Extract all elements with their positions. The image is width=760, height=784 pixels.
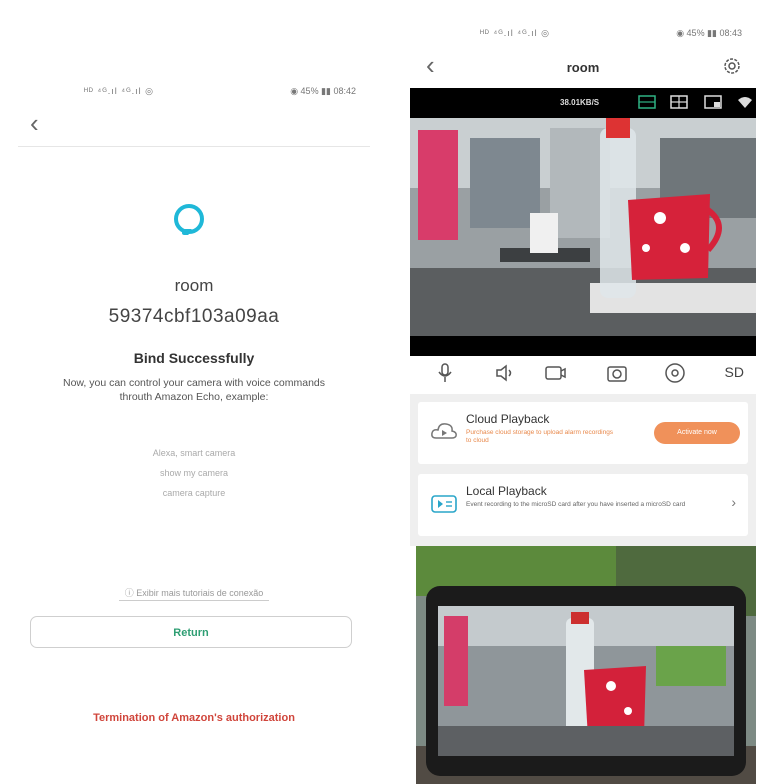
bind-description: Now, you can control your camera with vo… bbox=[62, 377, 326, 403]
status-bar: ᴴᴰ ⁴ᴳ.ıl ⁴ᴳ.ıl ◎ ◉ 45% ▮▮ 08:43 bbox=[410, 22, 756, 44]
tutorial-link-label: Exibir mais tutoriais de conexão bbox=[136, 588, 264, 598]
status-signal: ᴴᴰ ⁴ᴳ.ıl ⁴ᴳ.ıl ◎ bbox=[84, 86, 154, 96]
terminate-authorization-link[interactable]: Termination of Amazon's authorization bbox=[18, 712, 370, 724]
playback-section: Cloud Playback Purchase cloud storage to… bbox=[410, 394, 756, 546]
status-battery-time: ◉ 45% ▮▮ 08:43 bbox=[676, 28, 742, 38]
status-signal: ᴴᴰ ⁴ᴳ.ıl ⁴ᴳ.ıl ◎ bbox=[480, 28, 550, 38]
record-video-icon[interactable] bbox=[544, 362, 566, 384]
local-playback-subtitle: Event recording to the microSD card afte… bbox=[466, 501, 686, 508]
settings-gear-icon[interactable] bbox=[722, 56, 742, 76]
voice-command-example: camera capture bbox=[162, 488, 226, 498]
snapshot-camera-icon[interactable] bbox=[606, 362, 628, 384]
camera-live-screen: ᴴᴰ ⁴ᴳ.ıl ⁴ᴳ.ıl ◎ ◉ 45% ▮▮ 08:43 ‹ room 3… bbox=[410, 14, 756, 784]
device-id: 59374cbf103a09aa bbox=[108, 306, 280, 327]
quality-toggle[interactable]: SD bbox=[725, 364, 744, 380]
local-playback-card[interactable]: Local Playback Event recording to the mi… bbox=[418, 474, 748, 536]
video-toolbar: 38.01KB/S bbox=[410, 88, 756, 118]
echo-show-photo bbox=[416, 546, 756, 784]
voice-command-example: show my camera bbox=[159, 468, 229, 478]
local-playback-icon bbox=[431, 495, 457, 513]
ptz-control-icon[interactable] bbox=[664, 362, 686, 384]
back-arrow-icon[interactable]: ‹ bbox=[30, 110, 39, 136]
camera-title: room bbox=[566, 60, 600, 75]
voice-command-example: Alexa, smart camera bbox=[152, 448, 236, 458]
info-icon: ⓘ bbox=[124, 588, 134, 598]
cloud-play-icon bbox=[431, 423, 457, 439]
bind-success-title: Bind Successfully bbox=[133, 350, 255, 366]
alexa-logo-icon bbox=[174, 204, 204, 234]
status-battery-time: ◉ 45% ▮▮ 08:42 bbox=[290, 86, 356, 96]
cloud-playback-card[interactable]: Cloud Playback Purchase cloud storage to… bbox=[418, 402, 748, 464]
cloud-playback-title: Cloud Playback bbox=[466, 412, 550, 426]
status-bar: ᴴᴰ ⁴ᴳ.ıl ⁴ᴳ.ıl ◎ ◉ 45% ▮▮ 08:42 bbox=[18, 80, 370, 102]
chevron-right-icon: › bbox=[731, 494, 736, 510]
wifi-icon bbox=[738, 97, 752, 108]
cloud-playback-subtitle: Purchase cloud storage to upload alarm r… bbox=[466, 429, 614, 444]
tutorial-link[interactable]: ⓘ Exibir mais tutoriais de conexão bbox=[18, 586, 370, 601]
speaker-icon[interactable] bbox=[494, 362, 516, 384]
local-playback-title: Local Playback bbox=[466, 484, 547, 498]
bitrate-readout: 38.01KB/S bbox=[560, 98, 600, 107]
header-divider bbox=[18, 146, 370, 147]
bind-success-screen: ᴴᴰ ⁴ᴳ.ıl ⁴ᴳ.ıl ◎ ◉ 45% ▮▮ 08:42 ‹ room 5… bbox=[18, 70, 370, 770]
pip-view-icon[interactable] bbox=[704, 94, 722, 110]
camera-controls: SD bbox=[410, 354, 756, 394]
video-bottom-bar bbox=[410, 336, 756, 356]
activate-now-button[interactable]: Activate now bbox=[654, 422, 740, 444]
device-name: room bbox=[174, 276, 214, 295]
single-view-icon[interactable] bbox=[638, 94, 656, 110]
grid-view-icon[interactable] bbox=[670, 94, 688, 110]
live-video-feed[interactable] bbox=[410, 118, 756, 336]
return-button[interactable]: Return bbox=[30, 616, 352, 648]
microphone-icon[interactable] bbox=[434, 362, 456, 384]
